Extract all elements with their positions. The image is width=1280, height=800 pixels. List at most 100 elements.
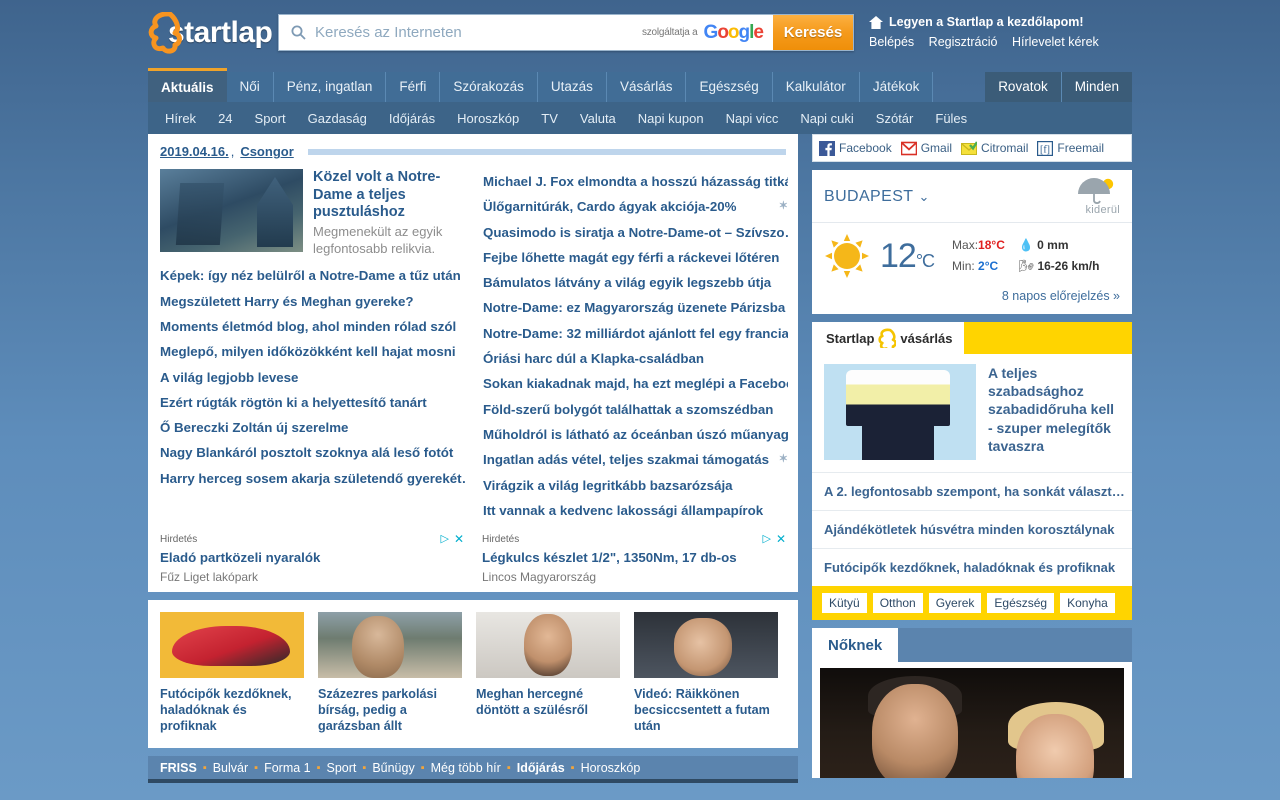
friss-item-4[interactable]: Még több hír (431, 761, 501, 775)
ad-title[interactable]: Légkulcs készlet 1/2", 1350Nm, 17 db-os (482, 550, 786, 565)
headline-item[interactable]: Nagy Blankáról posztolt szoknya alá leső… (160, 440, 465, 465)
friss-item-0[interactable]: Bulvár (213, 761, 248, 775)
mail-link-facebook[interactable]: Facebook (819, 140, 892, 156)
friss-item-3[interactable]: Bűnügy (372, 761, 414, 775)
shop-tag-3[interactable]: Egészség (987, 593, 1055, 613)
mail-link-citromail[interactable]: Citromail (961, 140, 1028, 156)
headline-item[interactable]: Föld-szerű bolygót találhattak a szomszé… (483, 397, 788, 422)
ad-title[interactable]: Eladó partközeli nyaralók (160, 550, 464, 565)
ad-info-icon[interactable]: ▷ (440, 533, 448, 545)
headline-item[interactable]: Harry herceg sosem akarja születendő gye… (160, 466, 465, 491)
subnav-item-7[interactable]: Valuta (569, 111, 627, 126)
login-link[interactable]: Belépés (869, 35, 914, 49)
nav-tab-1[interactable]: Női (226, 72, 274, 102)
nav-tab-5[interactable]: Utazás (537, 72, 607, 102)
subnav-item-5[interactable]: Horoszkóp (446, 111, 530, 126)
subnav-item-9[interactable]: Napi vicc (715, 111, 790, 126)
friss-item-5[interactable]: Időjárás (517, 761, 565, 775)
shop-feature-title[interactable]: A teljes szabadsághoz szabadidőruha kell… (988, 364, 1120, 460)
thumbnail-card[interactable]: Meghan hercegné döntött a szülésről (476, 612, 620, 734)
nav-tab-7[interactable]: Egészség (686, 72, 773, 102)
headline-item[interactable]: Képek: így néz belülről a Notre-Dame a t… (160, 263, 465, 288)
subnav-item-1[interactable]: 24 (207, 111, 243, 126)
subnav-item-4[interactable]: Időjárás (378, 111, 446, 126)
ad-info-icon[interactable]: ▷ (762, 533, 770, 545)
close-icon[interactable]: ✕ (776, 533, 786, 545)
friss-item-2[interactable]: Sport (327, 761, 357, 775)
shop-tag-4[interactable]: Konyha (1060, 593, 1115, 613)
close-icon[interactable]: ✕ (454, 533, 464, 545)
subnav-item-3[interactable]: Gazdaság (297, 111, 378, 126)
headline-item[interactable]: Michael J. Fox elmondta a hosszú házassá… (483, 169, 788, 194)
subnav-item-2[interactable]: Sport (244, 111, 297, 126)
subnav-item-8[interactable]: Napi kupon (627, 111, 715, 126)
thumbnail-card[interactable]: Százezres parkolási bírság, pedig a gará… (318, 612, 462, 734)
headline-item[interactable]: Ülőgarnitúrák, Cardo ágyak akciója-20% ✶ (483, 194, 788, 219)
subnav-item-6[interactable]: TV (530, 111, 569, 126)
headline-item[interactable]: Ezért rúgták rögtön ki a helyettesítő ta… (160, 390, 465, 415)
thumbnail-card[interactable]: Futócipők kezdőknek, haladóknak és profi… (160, 612, 304, 734)
thumbnail-caption[interactable]: Videó: Räikkönen becsiccsentett a futam … (634, 686, 778, 734)
shop-link-2[interactable]: Futócipők kezdőknek, haladóknak és profi… (812, 548, 1132, 586)
nav-tab-9[interactable]: Játékok (859, 72, 934, 102)
search-bar[interactable]: szolgáltatja a Google Keresés (278, 14, 854, 51)
startlap-logo[interactable]: startlap (148, 9, 273, 57)
thumbnail-caption[interactable]: Meghan hercegné döntött a szülésről (476, 686, 620, 718)
headline-item[interactable]: Notre-Dame: ez Magyarország üzenete Pári… (483, 295, 788, 320)
shop-feature[interactable]: A teljes szabadsághoz szabadidőruha kell… (812, 354, 1132, 472)
current-date[interactable]: 2019.04.16. (160, 144, 229, 159)
women-section-photo[interactable] (820, 668, 1124, 778)
nav-right-tab-0[interactable]: Rovatok (985, 72, 1062, 102)
nav-tab-2[interactable]: Pénz, ingatlan (273, 72, 387, 102)
nav-tab-0[interactable]: Aktuális (148, 68, 227, 102)
weather-city-selector[interactable]: BUDAPEST ⌄ (824, 188, 929, 206)
headline-item[interactable]: Moments életmód blog, ahol minden rólad … (160, 314, 465, 339)
nav-tab-3[interactable]: Férfi (386, 72, 441, 102)
shop-tag-1[interactable]: Otthon (872, 593, 923, 613)
headline-item[interactable]: Műholdról is látható az óceánban úszó mű… (483, 422, 788, 447)
headline-item[interactable]: Notre-Dame: 32 milliárdot ajánlott fel e… (483, 321, 788, 346)
nameday[interactable]: Csongor (240, 144, 293, 159)
tab-noknek[interactable]: Nőknek (812, 628, 899, 662)
subnav-item-12[interactable]: Füles (924, 111, 978, 126)
nav-tab-6[interactable]: Vásárlás (606, 72, 687, 102)
shop-link-1[interactable]: Ajándékötletek húsvétra minden korosztál… (812, 510, 1132, 548)
subnav-item-0[interactable]: Hírek (154, 111, 207, 126)
thumbnail-caption[interactable]: Százezres parkolási bírság, pedig a gará… (318, 686, 462, 734)
headline-item[interactable]: Quasimodo is siratja a Notre-Dame-ot – S… (483, 220, 788, 245)
friss-item-1[interactable]: Forma 1 (264, 761, 311, 775)
subnav-item-10[interactable]: Napi cuki (789, 111, 864, 126)
thumbnail-card[interactable]: Videó: Räikkönen becsiccsentett a futam … (634, 612, 778, 734)
nav-tab-4[interactable]: Szórakozás (440, 72, 538, 102)
headline-item[interactable]: Óriási harc dúl a Klapka-családban (483, 346, 788, 371)
set-homepage-link[interactable]: Legyen a Startlap a kezdőlapom! (869, 15, 1110, 29)
newsletter-link[interactable]: Hírlevelet kérek (1012, 35, 1099, 49)
friss-item-6[interactable]: Horoszkóp (581, 761, 641, 775)
headline-item[interactable]: Megszületett Harry és Meghan gyereke? (160, 289, 465, 314)
nav-tab-8[interactable]: Kalkulátor (772, 72, 860, 102)
headline-item[interactable]: A világ legjobb levese (160, 365, 465, 390)
weather-forecast-link[interactable]: 8 napos előrejelzés » (1002, 289, 1120, 303)
nav-right-tab-1[interactable]: Minden (1061, 72, 1132, 102)
headline-item[interactable]: Fejbe lőhette magát egy férfi a ráckevei… (483, 245, 788, 270)
headline-item[interactable]: Virágzik a világ legritkább bazsarózsája (483, 473, 788, 498)
shop-tag-2[interactable]: Gyerek (928, 593, 982, 613)
headline-item[interactable]: Meglepő, milyen időközökként kell hajat … (160, 339, 465, 364)
thumbnail-caption[interactable]: Futócipők kezdőknek, haladóknak és profi… (160, 686, 304, 734)
sponsored-ad[interactable]: Hirdetés ▷ ✕ Eladó partközeli nyaralók Fűz L… (160, 533, 464, 584)
mail-link-freemail[interactable]: [f] Freemail (1037, 140, 1104, 156)
shop-logo[interactable]: Startlap vásárlás (812, 322, 964, 354)
search-input[interactable] (306, 16, 642, 49)
friss-label[interactable]: FRISS (160, 761, 197, 775)
lead-story-title[interactable]: Közel volt a Notre-Dame a teljes pusztul… (313, 169, 465, 222)
subnav-item-11[interactable]: Szótár (865, 111, 925, 126)
headline-item[interactable]: Ingatlan adás vétel, teljes szakmai támo… (483, 447, 788, 472)
headline-item[interactable]: Bámulatos látvány a világ egyik legszebb… (483, 270, 788, 295)
headline-item[interactable]: Ő Bereczki Zoltán új szerelme (160, 415, 465, 440)
shop-link-0[interactable]: A 2. legfontosabb szempont, ha sonkát vá… (812, 472, 1132, 510)
register-link[interactable]: Regisztráció (929, 35, 998, 49)
mail-link-gmail[interactable]: Gmail (900, 141, 952, 156)
search-button[interactable]: Keresés (773, 15, 853, 50)
headline-item[interactable]: Sokan kiakadnak majd, ha ezt meglépi a F… (483, 371, 788, 396)
lead-story[interactable]: Közel volt a Notre-Dame a teljes pusztul… (160, 169, 465, 257)
